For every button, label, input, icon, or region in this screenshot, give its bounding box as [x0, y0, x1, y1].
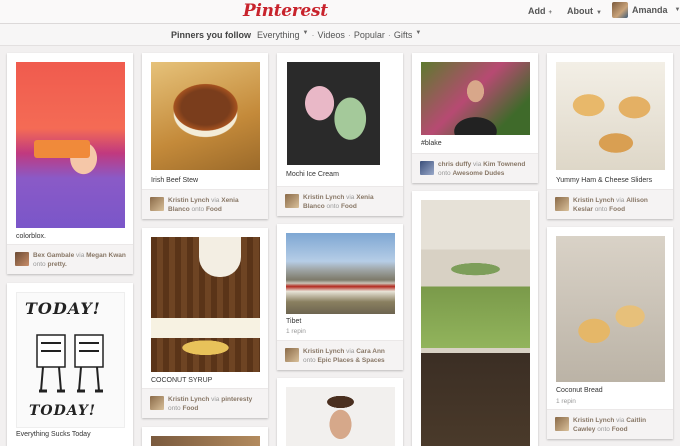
pin-image[interactable]: [151, 237, 260, 372]
art-text: TODAY!: [25, 299, 101, 318]
pin-image[interactable]: [286, 387, 395, 446]
board-link[interactable]: Food: [182, 405, 198, 412]
via-link[interactable]: pinteresty: [221, 396, 252, 403]
pinner-link[interactable]: chris duffy: [438, 161, 471, 168]
pin-image[interactable]: [556, 62, 665, 170]
pin-description: Yummy Ham & Cheese Sliders: [556, 177, 653, 184]
pin-card[interactable]: [412, 191, 538, 446]
pin-card[interactable]: Tibet 1 repin Kristin Lynch via Cara Ann…: [277, 224, 403, 370]
art-text: TODAY!: [29, 403, 97, 419]
pinner-link[interactable]: Bex Gambale: [33, 252, 74, 259]
board-link[interactable]: Food: [206, 206, 222, 213]
repin-count: 1 repin: [556, 398, 576, 405]
pin-description: Tibet: [286, 318, 302, 325]
about-menu[interactable]: About ▼: [567, 6, 602, 16]
via-link[interactable]: Cara Ann: [356, 348, 385, 355]
add-label: Add: [528, 6, 546, 16]
pin-attribution: Kristin Lynch via Caitlin Cawley onto Fo…: [547, 409, 673, 439]
pin-description: Coconut Bread: [556, 387, 603, 394]
pin-card[interactable]: Irish Beef Stew Kristin Lynch via Xenia …: [142, 53, 268, 219]
avatar[interactable]: [285, 194, 299, 208]
pin-description: colorblox.: [16, 233, 46, 240]
chevron-down-icon: ▼: [674, 7, 680, 13]
pin-card[interactable]: COCONUT SYRUP Kristin Lynch via pinteres…: [142, 228, 268, 418]
pin-description: Everything Sucks Today: [16, 431, 91, 438]
user-name: Amanda: [632, 5, 668, 15]
avatar[interactable]: [150, 396, 164, 410]
pin-card[interactable]: [142, 427, 268, 446]
nav-popular[interactable]: Popular: [354, 30, 385, 40]
pin-attribution: Kristin Lynch via Cara Ann onto Epic Pla…: [277, 340, 403, 370]
via-link[interactable]: Kim Townend: [483, 161, 525, 168]
plus-icon: +: [548, 10, 553, 16]
about-label: About: [567, 6, 593, 16]
pin-card[interactable]: TODAY! TODAY! Everything Sucks Today: [7, 283, 133, 446]
nav-everything[interactable]: Everything: [257, 30, 300, 40]
pin-image[interactable]: [151, 436, 260, 446]
pinterest-logo[interactable]: Pinterest: [243, 1, 328, 21]
pin-image[interactable]: [151, 62, 260, 170]
pin-image[interactable]: [421, 62, 530, 135]
avatar[interactable]: [15, 252, 29, 266]
pinner-link[interactable]: Kristin Lynch: [573, 197, 614, 204]
pin-image[interactable]: [16, 62, 125, 228]
board-link[interactable]: Food: [341, 203, 357, 210]
pin-attribution: chris duffy via Kim Townend onto Awesome…: [412, 153, 538, 183]
pin-image[interactable]: TODAY! TODAY!: [16, 292, 125, 428]
pin-attribution: Kristin Lynch via Allison Keslar onto Fo…: [547, 189, 673, 219]
avatar[interactable]: [555, 417, 569, 431]
pin-description: #blake: [421, 140, 442, 147]
chevron-down-icon: ▼: [596, 10, 602, 16]
user-menu[interactable]: Amanda ▼: [612, 2, 680, 18]
pin-description: Mochi Ice Cream: [286, 171, 339, 178]
pinner-link[interactable]: Kristin Lynch: [168, 197, 209, 204]
category-nav: Pinners you follow Everything ▼ · Videos …: [0, 24, 680, 46]
avatar[interactable]: [150, 197, 164, 211]
illustration: [36, 334, 104, 393]
top-header: Pinterest Add + About ▼ Amanda ▼: [0, 0, 680, 24]
board-link[interactable]: Epic Places & Spaces: [317, 357, 384, 364]
pinner-link[interactable]: Kristin Lynch: [303, 348, 344, 355]
pin-description: Irish Beef Stew: [151, 177, 199, 184]
pin-card[interactable]: Mochi Ice Cream Kristin Lynch via Xenia …: [277, 53, 403, 216]
pin-description: COCONUT SYRUP: [151, 377, 213, 384]
board-link[interactable]: Food: [609, 206, 625, 213]
avatar[interactable]: [420, 161, 434, 175]
chevron-down-icon: ▼: [415, 30, 422, 36]
nav-videos[interactable]: Videos: [318, 30, 345, 40]
pinner-link[interactable]: Kristin Lynch: [303, 194, 344, 201]
pinner-link[interactable]: Kristin Lynch: [168, 396, 209, 403]
nav-pinners-you-follow[interactable]: Pinners you follow: [171, 30, 251, 40]
pin-attribution: Bex Gambale via Megan Kwan onto pretty.: [7, 244, 133, 274]
avatar[interactable]: [555, 197, 569, 211]
pin-attribution: Kristin Lynch via Xenia Blanco onto Food: [277, 186, 403, 216]
board-link[interactable]: Food: [612, 426, 628, 433]
avatar: [612, 2, 628, 18]
add-menu[interactable]: Add +: [528, 6, 552, 16]
repin-count: 1 repin: [286, 328, 306, 335]
board-link[interactable]: Awesome Dudes: [452, 170, 504, 177]
pin-image[interactable]: [286, 233, 395, 314]
pinner-link[interactable]: Kristin Lynch: [573, 417, 614, 424]
pin-card[interactable]: colorblox. Bex Gambale via Megan Kwan on…: [7, 53, 133, 274]
nav-gifts[interactable]: Gifts: [394, 30, 413, 40]
pin-card[interactable]: Yummy Ham & Cheese Sliders Kristin Lynch…: [547, 53, 673, 219]
via-link[interactable]: Megan Kwan: [86, 252, 126, 259]
pin-card[interactable]: Coconut Bread 1 repin Kristin Lynch via …: [547, 227, 673, 439]
pin-image[interactable]: [287, 62, 380, 165]
pin-attribution: Kristin Lynch via pinteresty onto Food: [142, 388, 268, 418]
pin-card[interactable]: #blake chris duffy via Kim Townend onto …: [412, 53, 538, 183]
avatar[interactable]: [285, 348, 299, 362]
pin-image[interactable]: [421, 200, 530, 446]
chevron-down-icon: ▼: [302, 30, 309, 36]
pin-image[interactable]: [556, 236, 665, 382]
pin-attribution: Kristin Lynch via Xenia Blanco onto Food: [142, 189, 268, 219]
pin-card[interactable]: [277, 378, 403, 446]
board-link[interactable]: pretty.: [47, 261, 66, 268]
